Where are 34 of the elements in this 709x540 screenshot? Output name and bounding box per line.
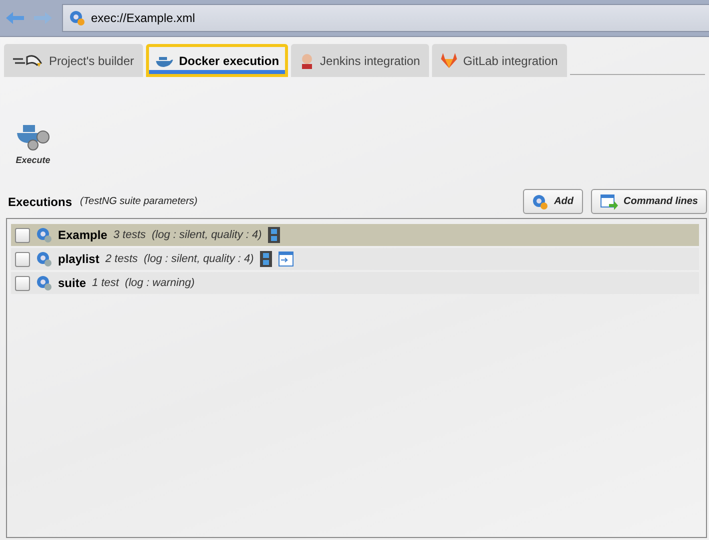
execution-name: Example: [58, 228, 108, 242]
gear-icon: [532, 194, 548, 210]
gear-icon: [36, 251, 52, 267]
command-lines-button[interactable]: Command lines: [590, 189, 707, 214]
checkbox[interactable]: [15, 276, 30, 290]
gear-icon: [69, 10, 85, 26]
section-title: Executions: [8, 194, 72, 208]
tab[interactable]: Docker execution: [146, 44, 288, 77]
execution-row[interactable]: Example 3 tests (log : silent, quality : 4): [11, 224, 699, 246]
execution-row[interactable]: playlist 2 tests (log : silent, quality : 4): [11, 248, 699, 270]
window-arrow-icon: [600, 194, 618, 210]
checkbox[interactable]: [15, 252, 30, 266]
execution-name: playlist: [58, 252, 100, 266]
tab[interactable]: Jenkins integration: [291, 44, 430, 77]
execution-row[interactable]: suite 1 test (log : warning): [11, 272, 699, 294]
execution-name: suite: [58, 276, 86, 290]
tab[interactable]: Project's builder: [4, 44, 143, 77]
checkbox[interactable]: [15, 228, 30, 242]
test-count: 3 tests: [113, 229, 146, 241]
section-subtitle: (TestNG suite parameters): [80, 196, 198, 207]
execution-details: (log : warning): [124, 277, 195, 289]
test-count: 2 tests: [105, 253, 138, 265]
gear-icon: [36, 275, 52, 291]
fox-icon: [441, 53, 458, 68]
butler-icon: [300, 52, 314, 68]
execute-button[interactable]: Execute: [10, 119, 56, 165]
tab[interactable]: GitLab integration: [432, 44, 567, 77]
eagle-icon: [13, 52, 43, 68]
add-button[interactable]: Add: [523, 189, 583, 214]
execution-details: (log : silent, quality : 4): [152, 229, 262, 241]
execution-details: (log : silent, quality : 4): [144, 253, 254, 265]
test-count: 1 test: [92, 277, 119, 289]
gear-icon: [36, 227, 52, 243]
address-field[interactable]: exec://Example.xml: [62, 4, 709, 32]
